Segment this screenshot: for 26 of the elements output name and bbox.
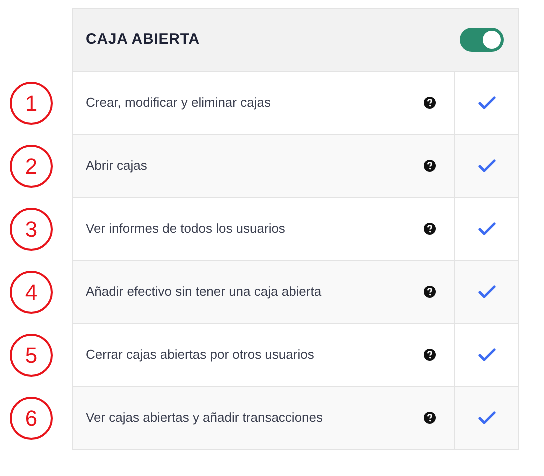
check-icon — [478, 285, 496, 299]
check-icon — [478, 96, 496, 110]
number-marker: 6 — [10, 397, 53, 440]
number-marker: 4 — [10, 271, 53, 314]
permission-label: Añadir efectivo sin tener una caja abierta — [86, 283, 322, 302]
help-icon[interactable] — [424, 286, 436, 298]
panel-title: CAJA ABIERTA — [86, 30, 200, 50]
help-icon[interactable] — [424, 97, 436, 109]
check-icon — [478, 222, 496, 236]
permission-label: Ver informes de todos los usuarios — [86, 220, 286, 238]
help-icon[interactable] — [424, 223, 436, 235]
number-marker: 2 — [10, 145, 53, 188]
permission-label: Ver cajas abiertas y añadir transacciones — [86, 409, 324, 428]
check-icon — [478, 159, 496, 173]
number-marker: 5 — [10, 334, 53, 377]
toggle-switch[interactable] — [460, 28, 504, 52]
permission-label: Cerrar cajas abiertas por otros usuarios — [86, 346, 314, 364]
number-marker: 1 — [10, 82, 53, 125]
check-icon — [478, 348, 496, 362]
permission-label: Crear, modificar y eliminar cajas — [86, 94, 271, 112]
help-icon[interactable] — [424, 412, 436, 424]
check-icon — [478, 411, 496, 425]
number-marker: 3 — [10, 208, 53, 251]
help-icon[interactable] — [424, 349, 436, 361]
help-icon[interactable] — [424, 160, 436, 172]
permission-label: Abrir cajas — [86, 157, 148, 176]
